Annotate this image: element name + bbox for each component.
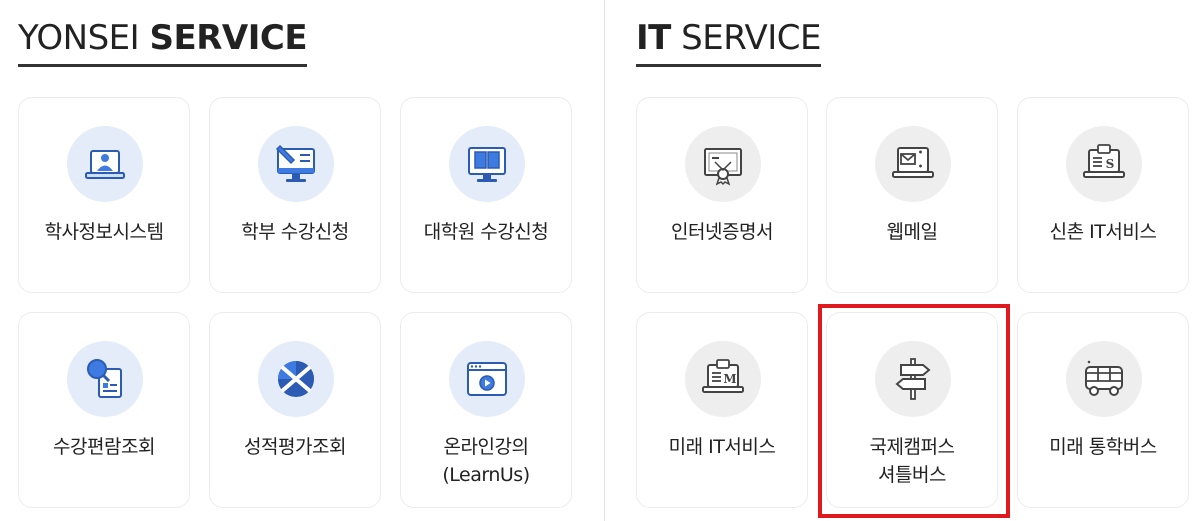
bus-icon [1066,341,1142,417]
card-label: 신촌 IT서비스 [1049,221,1157,243]
label-line-2: (LearnUs) [442,464,530,486]
card-label: 웹메일 [886,221,938,243]
laptop-s-service-icon: S [1066,126,1142,202]
card-label: 학사정보시스템 [44,221,164,243]
card-mirae-it-service[interactable]: M 미래 IT서비스 [636,312,808,508]
grade-chart-icon [258,341,334,417]
card-webmail[interactable]: 웹메일 [826,97,998,293]
laptop-mail-icon [875,126,951,202]
laptop-m-service-icon: M [685,341,761,417]
card-label: 수강편람조회 [53,436,155,458]
card-label: 성적평가조회 [244,436,346,458]
svg-text:M: M [723,372,736,386]
card-label: 대학원 수강신청 [423,221,549,243]
magnifier-document-icon [67,341,143,417]
card-internet-certificate[interactable]: 인터넷증명서 [636,97,808,293]
heading-light-text: SERVICE [681,18,821,58]
heading-bold-text: SERVICE [149,18,308,58]
svg-text:S: S [1106,157,1115,171]
card-label: 미래 통학버스 [1049,436,1157,458]
monitor-pen-icon [258,126,334,202]
heading-light-text: YONSEI [18,18,140,58]
card-mirae-commuter-bus[interactable]: 미래 통학버스 [1017,312,1189,508]
card-label: 온라인강의 (LearnUs) [401,433,571,489]
card-grad-registration[interactable]: 대학원 수강신청 [400,97,572,293]
monitor-book-icon [449,126,525,202]
card-academic-info-system[interactable]: 학사정보시스템 [18,97,190,293]
card-grade-inquiry[interactable]: 성적평가조회 [209,312,381,508]
yonsei-service-heading: YONSEI SERVICE [18,18,308,67]
card-label: 인터넷증명서 [671,221,773,243]
signpost-icon [875,341,951,417]
label-line-2: 셔틀버스 [878,464,946,486]
video-play-window-icon [449,341,525,417]
card-intl-campus-shuttle[interactable]: 국제캠퍼스 셔틀버스 [826,312,998,508]
card-sinchon-it-service[interactable]: S 신촌 IT서비스 [1017,97,1189,293]
label-line-1: 온라인강의 [443,436,529,458]
section-divider [604,0,605,521]
certificate-icon [685,126,761,202]
card-label: 학부 수강신청 [241,221,349,243]
label-line-1: 국제캠퍼스 [869,436,955,458]
it-service-heading: IT SERVICE [636,18,821,67]
card-label: 국제캠퍼스 셔틀버스 [827,433,997,489]
card-label: 미래 IT서비스 [668,436,776,458]
card-course-catalog[interactable]: 수강편람조회 [18,312,190,508]
heading-bold-text: IT [636,18,671,58]
card-online-lecture-learnus[interactable]: 온라인강의 (LearnUs) [400,312,572,508]
card-undergrad-registration[interactable]: 학부 수강신청 [209,97,381,293]
presenter-laptop-icon [67,126,143,202]
